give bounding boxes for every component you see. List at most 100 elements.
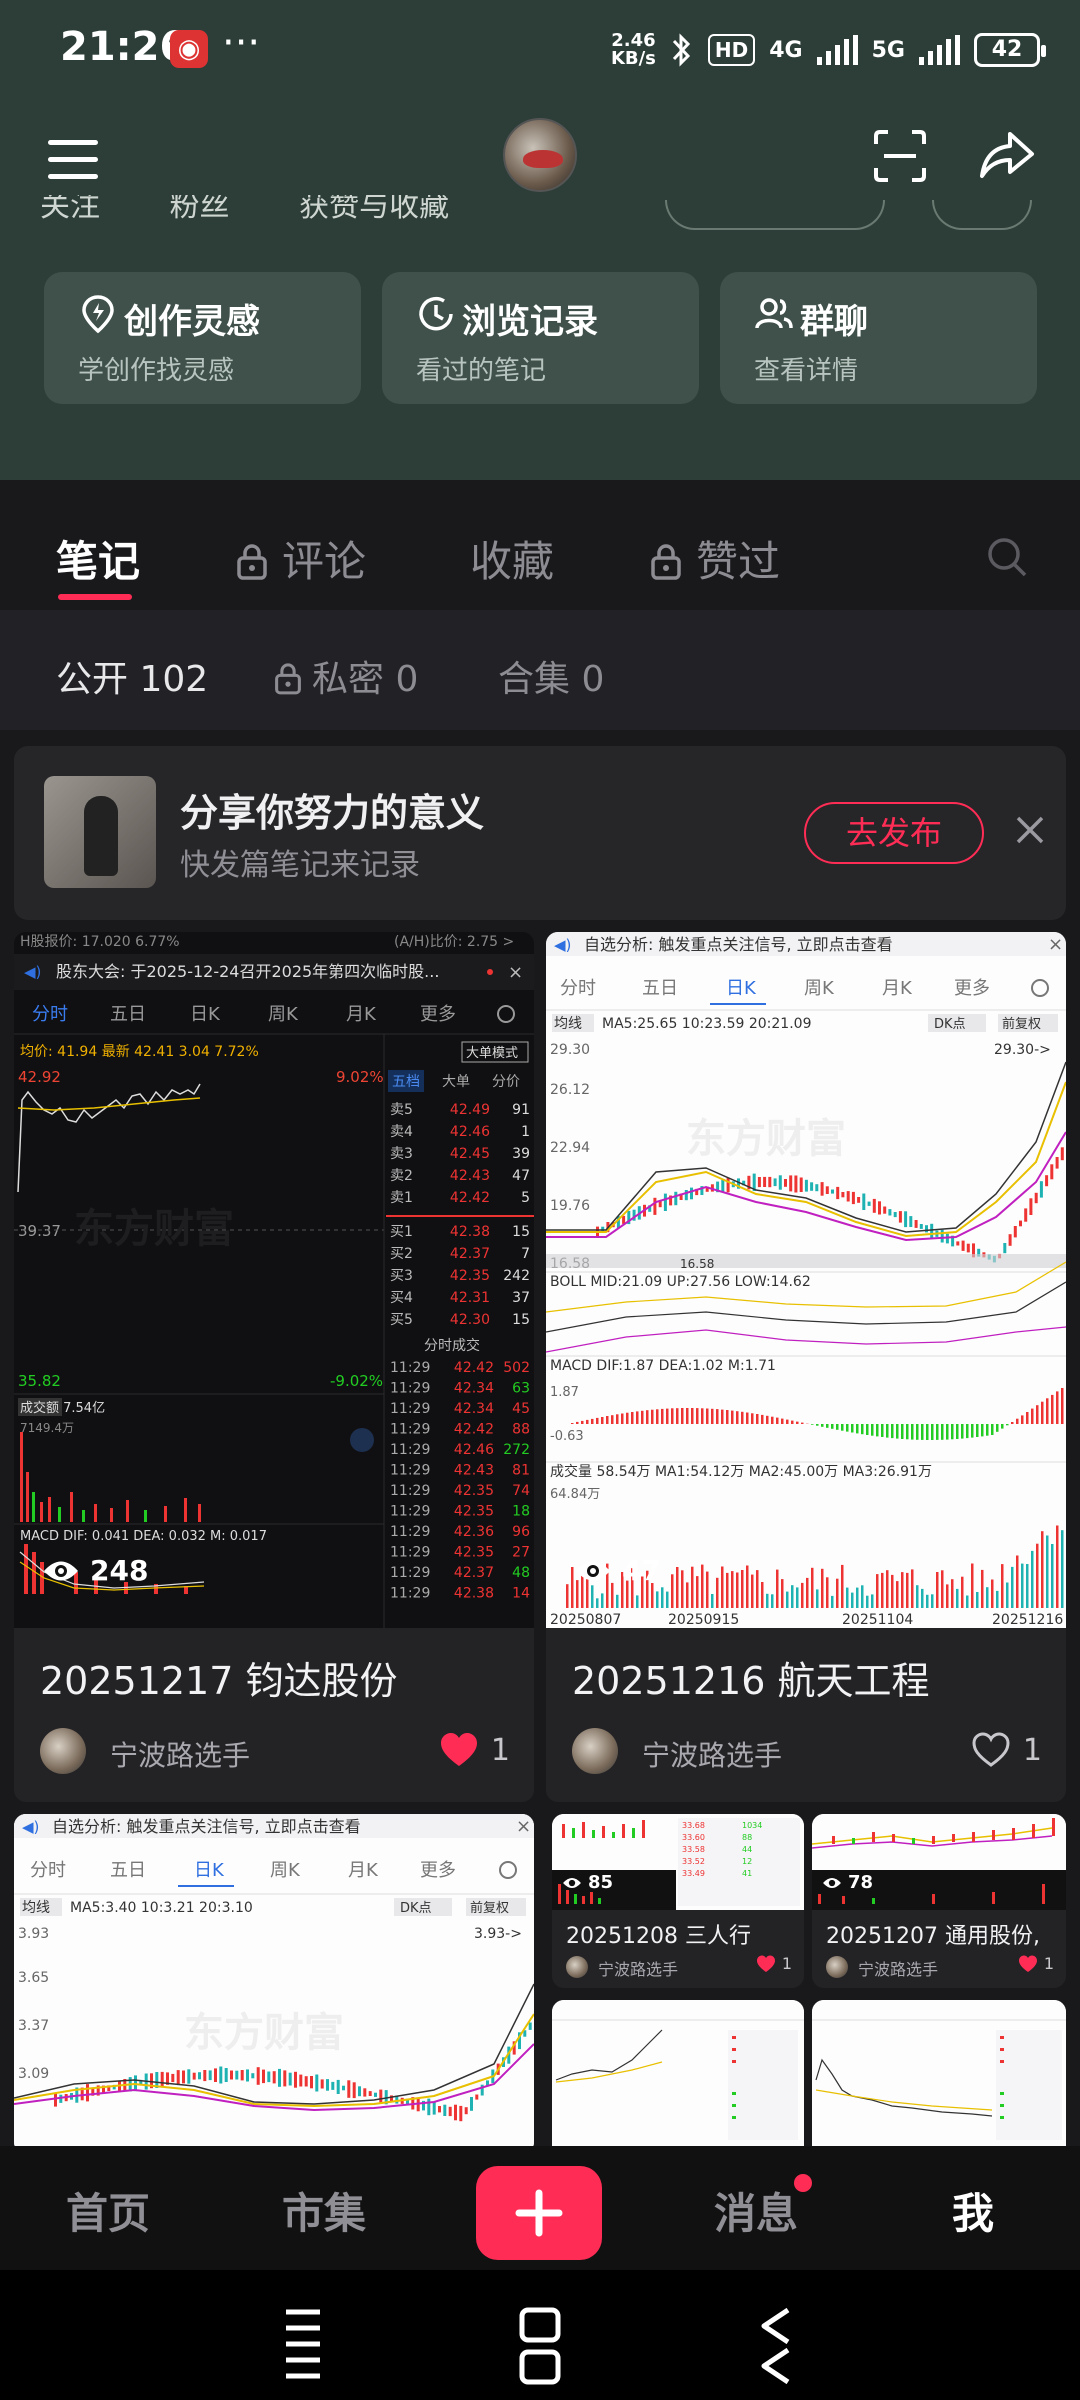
candle [925,1225,928,1233]
author-avatar[interactable] [40,1728,86,1774]
author-name[interactable]: 宁波路选手 [110,1734,250,1774]
edit-profile-button[interactable] [665,200,885,230]
note-card[interactable]: ◀) 自选分析: 触发重点关注信号, 立即点击查看 × 分时 五日 日K 周K … [14,1814,534,2154]
candle [438,2106,441,2113]
subtab-private[interactable]: 私密 0 [274,650,418,702]
period-tab: 五日 [110,1860,146,1881]
quick-card-history[interactable]: 浏览记录 看过的笔记 [382,272,699,404]
home-icon[interactable] [518,2306,562,2386]
author-name[interactable]: 宁波路选手 [642,1734,782,1774]
lock-icon [651,544,681,580]
tick-time: 11:29 [390,1422,430,1438]
note-card[interactable] [552,2000,804,2154]
author-avatar[interactable] [572,1728,618,1774]
note-card[interactable]: 78 20251207 通用股份, 宁波路选手 1 [812,1814,1066,1988]
nav-home[interactable]: 首页 [66,2180,150,2241]
recents-icon[interactable] [282,2306,324,2386]
view-count: 248 [42,1554,148,1587]
author-name[interactable]: 宁波路选手 [598,1956,678,1980]
tab-notes[interactable]: 笔记 [56,528,140,589]
bar [826,1577,829,1608]
note-card[interactable] [812,2000,1066,2154]
bar [851,1424,854,1433]
candle [347,2080,351,2098]
period-tab: 更多 [420,1860,456,1881]
note-card[interactable]: ◀) 自选分析: 触发重点关注信号, 立即点击查看 × 分时 五日 日K 周K … [546,932,1066,1802]
like-button[interactable]: 1 [1018,1954,1054,1973]
settings-button[interactable] [932,200,1032,230]
bar [691,1566,694,1608]
candle [1060,1147,1064,1161]
svg-text:44: 44 [742,1845,752,1854]
stat-likes-collects[interactable]: 获赞与收藏 [299,195,449,224]
quick-card-group-chat[interactable]: 群聊 查看详情 [720,272,1037,404]
macd-y: -0.63 [550,1429,584,1444]
macd-values: MACD DIF:1.87 DEA:1.02 M:1.71 [550,1358,776,1374]
nav-market[interactable]: 市集 [282,2180,366,2241]
like-button[interactable]: 1 [756,1954,792,1973]
author-avatar[interactable] [826,1956,848,1978]
period-tab: 月K [348,1860,379,1881]
note-card[interactable]: H股报价: 17.020 6.77% (A/H)比价: 2.75 > ◀) 股东… [14,932,534,1802]
like-count: 1 [1022,1732,1042,1768]
candle [54,2093,57,2107]
scan-icon[interactable] [872,128,928,184]
menu-icon[interactable] [48,140,98,180]
bar [601,1417,604,1424]
bar [1036,1405,1039,1424]
avg-price-line: 均价: 41.94 最新 42.41 3.04 7.72% [20,1044,259,1060]
svg-text:33.68: 33.68 [682,1821,705,1830]
nav-me[interactable]: 我 [952,2180,994,2241]
bar [921,1588,924,1608]
bar [971,1563,974,1608]
bar [901,1424,904,1439]
bar [706,1571,709,1608]
bar [701,1564,704,1608]
candle [358,2086,361,2097]
candle [773,1178,777,1187]
candle [230,2070,233,2080]
stat-followers[interactable]: 粉丝 [170,195,230,224]
ask-level-price: 42.43 [450,1168,490,1184]
share-icon[interactable] [976,126,1036,186]
subtab-public[interactable]: 公开 102 [56,650,208,702]
candle [820,1182,824,1196]
bar [781,1418,784,1424]
note-card[interactable]: 33.68 33.60 33.58 33.52 33.49 1034 88 44 12 41 8… [552,1814,804,1988]
ask-level-label: 卖5 [390,1102,413,1118]
subtab-collections[interactable]: 合集 0 [498,650,604,702]
close-icon[interactable] [1010,810,1050,850]
bar [871,1594,874,1608]
quick-card-inspiration[interactable]: 创作灵感 学创作找灵感 [44,272,361,404]
candle [283,2070,287,2087]
tab-comments[interactable]: 评论 [236,528,366,589]
stat-following[interactable]: 关注 [40,195,100,224]
bar [1016,1555,1019,1608]
back-icon[interactable] [756,2306,796,2386]
author-avatar[interactable] [566,1956,588,1978]
search-icon[interactable] [986,536,1028,578]
ask-level-volume: 1 [521,1124,530,1140]
bar [926,1424,929,1440]
notice-dot [487,969,493,975]
ask-level-label: 卖2 [390,1168,413,1184]
like-button[interactable]: 1 [439,1732,510,1768]
avatar[interactable] [503,118,577,192]
bar [1016,1418,1019,1424]
bar [711,1594,714,1608]
like-button[interactable]: 1 [971,1732,1042,1768]
create-note-button[interactable] [476,2166,602,2260]
publish-button[interactable]: 去发布 [804,802,984,864]
candle [187,2069,191,2084]
tab-collects[interactable]: 收藏 [470,528,554,589]
nav-messages[interactable]: 消息 [714,2180,798,2241]
bar [566,1584,569,1608]
candle [961,1240,965,1251]
y-label: 19.76 [550,1198,590,1214]
bar [721,1409,724,1424]
tab-liked[interactable]: 赞过 [650,528,780,589]
period-tab: 月K [882,978,913,999]
candle [658,1201,662,1208]
bar [791,1585,794,1608]
author-name[interactable]: 宁波路选手 [858,1956,938,1980]
